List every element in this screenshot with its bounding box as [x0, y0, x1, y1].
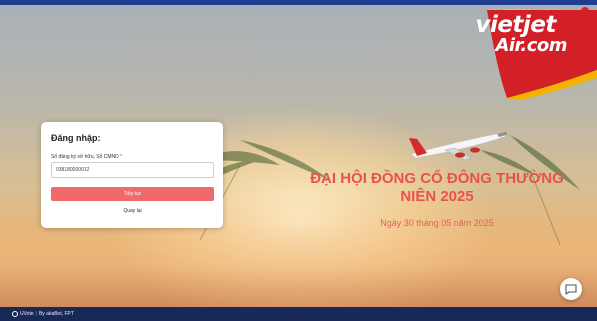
footer-brand: UVote: [20, 311, 34, 317]
continue-button[interactable]: Tiếp tục: [51, 187, 214, 201]
event-date: Ngày 30 tháng 05 năm 2025: [380, 218, 494, 228]
back-link[interactable]: Quay lại: [51, 208, 214, 214]
vietjet-logo: vietjet Air.com: [475, 14, 567, 55]
uvote-logo-icon: [12, 311, 18, 317]
footer-credit: UVote | By akaBot, FPT: [20, 311, 74, 317]
login-card: Đăng nhập: Số đăng ký sở hữu, Số CMND * …: [41, 122, 223, 228]
event-title: ĐẠI HỘI ĐỒNG CỔ ĐÔNG THƯỜNG NIÊN 2025: [310, 170, 564, 205]
chat-button[interactable]: [560, 278, 582, 300]
id-number-input[interactable]: [51, 162, 214, 178]
chat-bubble-icon: [565, 284, 577, 295]
footer-bar: UVote | By akaBot, FPT: [0, 307, 597, 321]
required-mark: *: [120, 154, 123, 160]
logo-line1: vietjet: [475, 12, 556, 38]
footer-separator: |: [35, 311, 37, 317]
id-field-label: Số đăng ký sở hữu, Số CMND *: [51, 154, 122, 160]
id-field-label-text: Số đăng ký sở hữu, Số CMND: [51, 154, 119, 160]
login-title: Đăng nhập:: [51, 133, 101, 143]
airplane-illustration: [405, 128, 510, 168]
footer-credit-text: By akaBot, FPT: [38, 311, 74, 317]
logo-line2: Air.com: [495, 35, 567, 56]
